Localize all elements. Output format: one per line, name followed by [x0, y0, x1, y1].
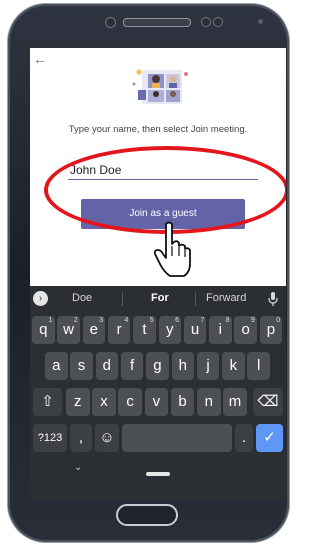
key-p-label: p	[266, 321, 276, 338]
key-y-label: y	[166, 321, 174, 338]
key-i-label: i	[218, 321, 223, 338]
onscreen-keyboard: q1w2e3r4t5y6u7i8o9p0 asdfghjkl ⇧ zxcvbnm…	[30, 312, 286, 500]
comma-key[interactable]: ,	[70, 424, 92, 452]
key-b[interactable]: b	[170, 388, 195, 416]
key-o-label: o	[241, 321, 250, 338]
period-key[interactable]: .	[235, 424, 253, 452]
key-t[interactable]: t5	[133, 316, 156, 344]
expand-suggestions-icon[interactable]: ›	[33, 291, 48, 306]
phone-screen: ← Type your name, then select Join meeti…	[30, 48, 286, 500]
key-e-label: e	[89, 321, 99, 338]
key-w-number-hint: 2	[73, 317, 78, 324]
key-j[interactable]: j	[196, 352, 220, 380]
key-s[interactable]: s	[70, 352, 93, 380]
key-h-label: h	[178, 357, 187, 374]
back-arrow-icon[interactable]: ←	[33, 52, 51, 66]
key-b-label: b	[178, 393, 187, 410]
phone-frame: ← Type your name, then select Join meeti…	[8, 4, 289, 542]
key-i[interactable]: i8	[209, 316, 232, 344]
key-y[interactable]: y6	[158, 316, 181, 344]
key-z-label: z	[74, 393, 82, 410]
key-w[interactable]: w2	[57, 316, 80, 344]
key-k-label: k	[229, 357, 238, 374]
key-f[interactable]: f	[120, 352, 144, 380]
key-x[interactable]: x	[92, 388, 116, 416]
earpiece	[123, 18, 191, 27]
symbols-key[interactable]: ?123	[33, 424, 67, 452]
hide-keyboard-icon[interactable]: ⌄	[74, 462, 82, 473]
key-y-number-hint: 6	[175, 317, 179, 324]
key-p-number-hint: 0	[276, 317, 281, 324]
key-r-number-hint: 4	[124, 317, 129, 324]
key-o-number-hint: 9	[250, 317, 255, 324]
key-e[interactable]: e3	[82, 316, 106, 344]
key-n-label: n	[204, 393, 213, 410]
suggestion-divider	[195, 292, 196, 306]
key-a[interactable]: a	[45, 352, 68, 380]
key-a-label: a	[52, 357, 61, 374]
key-p[interactable]: p0	[259, 316, 283, 344]
key-x-label: x	[100, 393, 108, 410]
key-h[interactable]: h	[171, 352, 194, 380]
front-camera-icon	[105, 17, 116, 28]
key-n[interactable]: n	[197, 388, 221, 416]
key-c-label: c	[126, 393, 134, 410]
emoji-key[interactable]: ☺	[95, 424, 119, 452]
key-o[interactable]: o9	[234, 316, 257, 344]
key-f-label: f	[130, 357, 135, 374]
key-l-label: l	[256, 357, 261, 374]
key-w-label: w	[63, 321, 74, 338]
meeting-illustration	[132, 69, 188, 104]
key-r-label: r	[116, 321, 122, 338]
instruction-text: Type your name, then select Join meeting…	[68, 124, 248, 135]
suggestion-doe[interactable]: Doe	[72, 292, 92, 304]
light-sensor-icon	[258, 19, 263, 24]
key-g[interactable]: g	[146, 352, 169, 380]
key-v[interactable]: v	[144, 388, 169, 416]
key-z[interactable]: z	[66, 388, 90, 416]
key-e-number-hint: 3	[99, 317, 104, 324]
key-t-label: t	[142, 321, 147, 338]
key-s-label: s	[77, 357, 86, 374]
key-m[interactable]: m	[223, 388, 247, 416]
key-u[interactable]: u7	[183, 316, 207, 344]
home-button[interactable]	[116, 504, 178, 526]
suggestion-divider	[122, 292, 123, 306]
sensor-icon	[201, 17, 211, 27]
key-m-label: m	[228, 393, 242, 410]
suggestion-forward[interactable]: Forward	[206, 292, 246, 304]
key-i-number-hint: 8	[225, 317, 230, 324]
key-d[interactable]: d	[95, 352, 119, 380]
key-q[interactable]: q1	[32, 316, 55, 344]
sensor-icon	[213, 17, 223, 27]
pointer-hand-icon	[153, 221, 191, 277]
key-r[interactable]: r4	[107, 316, 131, 344]
key-j-label: j	[206, 357, 210, 374]
enter-key[interactable]: ✓	[256, 424, 283, 452]
key-c[interactable]: c	[118, 388, 142, 416]
shift-key[interactable]: ⇧	[33, 388, 62, 416]
key-g-label: g	[153, 357, 162, 374]
microphone-icon[interactable]	[268, 291, 278, 307]
key-l[interactable]: l	[247, 352, 270, 380]
key-d-label: d	[102, 357, 112, 374]
key-u-label: u	[190, 321, 200, 338]
key-u-number-hint: 7	[200, 317, 205, 324]
suggestion-bar: › Doe For Forward	[30, 286, 286, 312]
key-v-label: v	[152, 393, 161, 410]
key-q-label: q	[39, 321, 48, 338]
space-key[interactable]	[122, 424, 232, 452]
suggestion-for[interactable]: For	[151, 292, 169, 304]
key-q-number-hint: 1	[48, 317, 53, 324]
home-gesture-bar[interactable]	[146, 472, 170, 476]
key-k[interactable]: k	[222, 352, 245, 380]
key-t-number-hint: 5	[149, 317, 154, 324]
delete-key[interactable]: ⌫	[253, 388, 283, 416]
